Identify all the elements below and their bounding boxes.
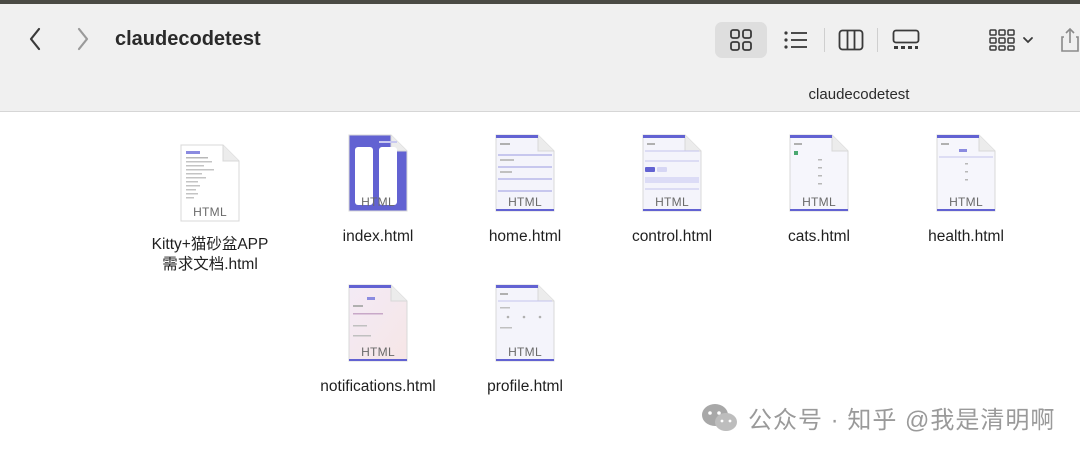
file-type-badge: HTML [193,205,227,219]
html-file-icon: HTML [347,133,409,213]
html-file-icon: HTML [179,143,241,223]
watermark: 公众号 · 知乎 @我是清明啊 [700,400,1055,435]
toolbar: claudecodetest [0,4,1080,78]
finder-window: claudecodetest claudecodetest HTML Kitty… [0,0,1080,464]
html-file-icon: HTML [347,283,409,363]
file-item[interactable]: HTML Kitty+猫砂盆APP 需求文档.html [140,143,280,275]
share-button[interactable] [1058,22,1080,58]
file-type-badge: HTML [508,195,542,209]
wechat-icon [702,403,737,431]
file-name-label: index.html [342,228,414,245]
group-by-button[interactable] [980,22,1042,58]
back-button[interactable] [22,26,48,52]
file-type-badge: HTML [508,345,542,359]
file-type-badge: HTML [802,195,836,209]
file-item[interactable]: HTML index.html [308,133,448,247]
file-name-label: profile.html [487,378,563,395]
file-name-label: notifications.html [320,378,436,395]
list-view-button[interactable] [770,22,822,58]
forward-button[interactable] [70,26,96,52]
file-type-badge: HTML [655,195,689,209]
file-name-label: cats.html [787,228,850,245]
grid-icon [730,29,752,51]
html-file-icon: HTML [494,283,556,363]
file-item[interactable]: HTML home.html [455,133,595,247]
share-icon [1061,27,1079,52]
file-item[interactable]: HTML control.html [602,133,742,247]
chevron-right-icon [77,27,89,51]
path-bar: claudecodetest [0,78,1080,112]
folder-path-label: claudecodetest [808,86,910,103]
toolbar-separator [877,28,878,52]
chevron-left-icon [29,27,41,51]
html-file-icon: HTML [494,133,556,213]
file-type-badge: HTML [949,195,983,209]
html-file-icon: HTML [788,133,850,213]
file-item[interactable]: HTML notifications.html [308,283,448,397]
column-view-button[interactable] [825,22,877,58]
columns-icon [838,29,864,51]
html-file-icon: HTML [935,133,997,213]
file-name-label: home.html [488,228,562,245]
file-item[interactable]: HTML health.html [896,133,1036,247]
file-item[interactable]: HTML cats.html [749,133,889,247]
chevron-down-icon [1023,37,1033,44]
file-type-badge: HTML [361,345,395,359]
file-name-label: health.html [928,228,1004,245]
list-icon [784,31,807,49]
html-file-icon: HTML [641,133,703,213]
file-name-label: Kitty+猫砂盆APP 需求文档.html [151,236,269,273]
gallery-icon [892,29,920,49]
group-by-icon [989,29,1015,51]
file-name-label: control.html [631,228,713,245]
file-type-badge: HTML [361,195,395,209]
icon-view-button[interactable] [715,22,767,58]
watermark-text: 公众号 · 知乎 @我是清明啊 [748,407,1056,434]
window-title: claudecodetest [115,28,261,50]
file-item[interactable]: HTML profile.html [455,283,595,397]
gallery-view-button[interactable] [880,22,932,58]
